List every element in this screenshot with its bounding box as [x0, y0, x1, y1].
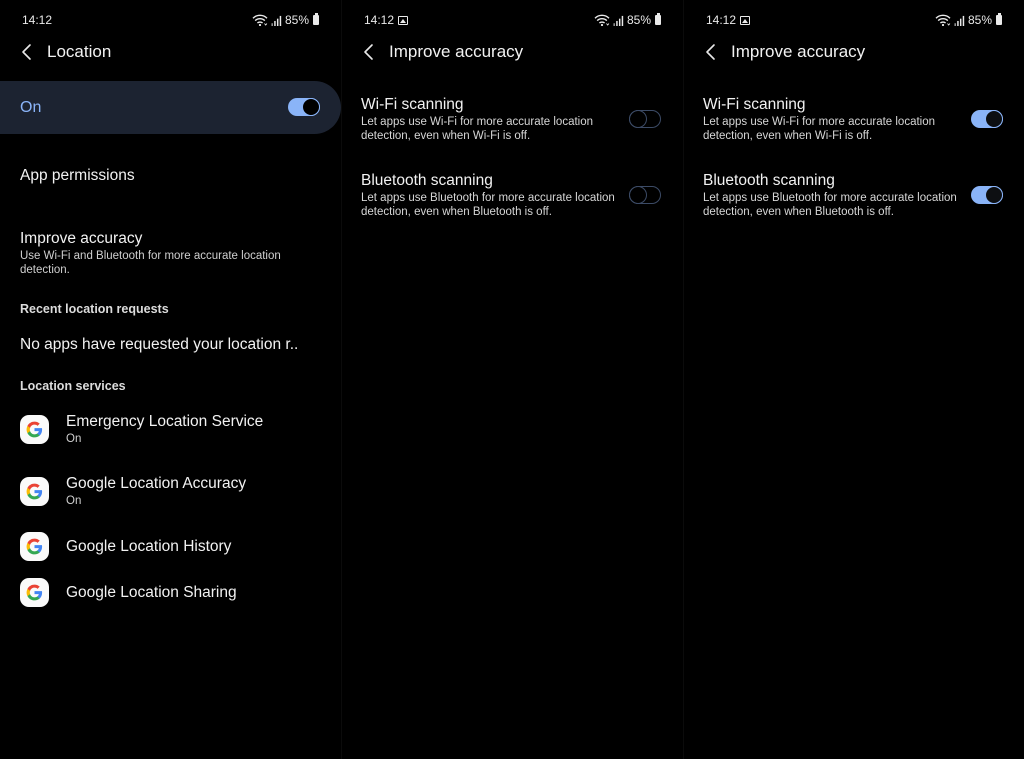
chevron-left-icon: [362, 40, 376, 64]
app-bar: Location: [20, 40, 111, 64]
wifi-icon: [935, 14, 951, 26]
page-title: Improve accuracy: [731, 42, 866, 61]
signal-icon: [613, 15, 624, 26]
chevron-left-icon: [704, 40, 718, 64]
recent-requests-header: Recent location requests: [20, 302, 169, 316]
wifi-scanning-setting[interactable]: Wi-Fi scanning Let apps use Wi-Fi for mo…: [361, 95, 663, 143]
improve-accuracy-screen-on: 14:12 85% Improve accuracy Wi-Fi scannin…: [684, 0, 1024, 759]
back-button[interactable]: [20, 40, 34, 64]
app-bar: Improve accuracy: [704, 40, 865, 64]
status-bar: 14:12 85%: [22, 12, 319, 28]
status-time: 14:12: [706, 13, 737, 27]
service-google-location-history[interactable]: Google Location History: [20, 530, 321, 562]
service-title: Emergency Location Service: [66, 413, 264, 430]
google-g-icon: [20, 531, 49, 561]
setting-subtitle: Let apps use Bluetooth for more accurate…: [703, 192, 957, 218]
setting-subtitle: Let apps use Bluetooth for more accurate…: [361, 192, 615, 218]
signal-icon: [954, 15, 965, 26]
service-status: On: [66, 433, 82, 445]
battery-icon: [655, 13, 661, 25]
location-toggle[interactable]: [288, 98, 320, 116]
improve-accuracy-item[interactable]: Improve accuracy Use Wi-Fi and Bluetooth…: [20, 229, 321, 277]
location-screen: 14:12 85% Location On App permissions Im…: [0, 0, 341, 759]
signal-icon: [271, 15, 282, 26]
battery-percent: 85%: [967, 13, 992, 27]
setting-title: Bluetooth scanning: [361, 172, 493, 189]
setting-title: Bluetooth scanning: [703, 172, 835, 189]
chevron-left-icon: [20, 40, 34, 64]
setting-title: Wi-Fi scanning: [703, 96, 806, 113]
location-services-header: Location services: [20, 379, 126, 393]
google-g-icon: [20, 577, 49, 607]
image-notification-icon: [740, 15, 751, 25]
battery-icon: [313, 13, 319, 25]
item-title: Improve accuracy: [20, 230, 143, 247]
status-bar: 14:12 85%: [706, 12, 1002, 28]
bluetooth-scanning-toggle[interactable]: [971, 186, 1003, 204]
item-title: App permissions: [20, 167, 135, 184]
app-permissions-item[interactable]: App permissions: [20, 166, 321, 185]
service-google-location-sharing[interactable]: Google Location Sharing: [20, 576, 321, 608]
service-emergency-location[interactable]: Emergency Location Service On: [20, 413, 321, 445]
service-google-location-accuracy[interactable]: Google Location Accuracy On: [20, 475, 321, 507]
service-status: On: [66, 495, 82, 507]
location-master-switch[interactable]: On: [0, 81, 341, 134]
bluetooth-scanning-setting[interactable]: Bluetooth scanning Let apps use Bluetoot…: [361, 171, 663, 219]
battery-icon: [996, 13, 1002, 25]
page-title: Improve accuracy: [389, 42, 524, 61]
back-button[interactable]: [704, 40, 718, 64]
google-g-icon: [20, 414, 49, 444]
service-title: Google Location Sharing: [66, 583, 237, 601]
recent-requests-empty-text: No apps have requested your location r..: [20, 336, 299, 353]
setting-subtitle: Let apps use Wi-Fi for more accurate loc…: [361, 116, 594, 142]
image-notification-icon: [398, 15, 409, 25]
google-g-icon: [20, 476, 49, 506]
status-bar: 14:12 85%: [364, 12, 661, 28]
bluetooth-scanning-setting[interactable]: Bluetooth scanning Let apps use Bluetoot…: [703, 171, 1004, 219]
battery-percent: 85%: [626, 13, 651, 27]
wifi-scanning-toggle[interactable]: [971, 110, 1003, 128]
wifi-scanning-toggle[interactable]: [629, 110, 661, 128]
wifi-icon: [252, 14, 268, 26]
status-time: 14:12: [22, 13, 53, 27]
service-title: Google Location History: [66, 537, 232, 555]
setting-subtitle: Let apps use Wi-Fi for more accurate loc…: [703, 116, 936, 142]
app-bar: Improve accuracy: [362, 40, 523, 64]
wifi-scanning-setting[interactable]: Wi-Fi scanning Let apps use Wi-Fi for mo…: [703, 95, 1004, 143]
item-subtitle: Use Wi-Fi and Bluetooth for more accurat…: [20, 250, 281, 276]
service-title: Google Location Accuracy: [66, 475, 247, 492]
bluetooth-scanning-toggle[interactable]: [629, 186, 661, 204]
battery-percent: 85%: [284, 13, 309, 27]
status-time: 14:12: [364, 13, 395, 27]
page-title: Location: [47, 42, 112, 61]
master-switch-label: On: [20, 98, 42, 116]
wifi-icon: [594, 14, 610, 26]
back-button[interactable]: [362, 40, 376, 64]
improve-accuracy-screen-off: 14:12 85% Improve accuracy Wi-Fi scannin…: [342, 0, 683, 759]
setting-title: Wi-Fi scanning: [361, 96, 464, 113]
